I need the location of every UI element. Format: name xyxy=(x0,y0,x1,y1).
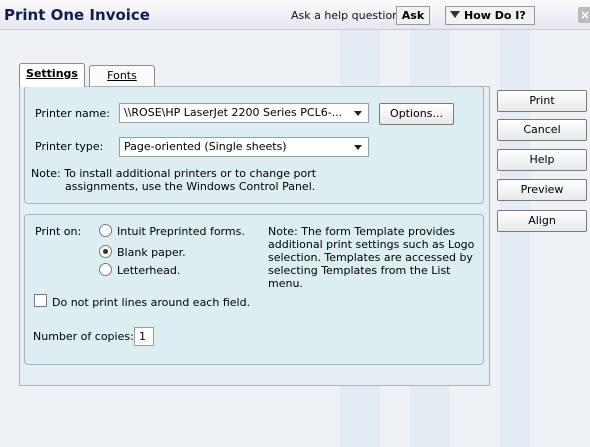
template-note-line4: selecting Templates from the List xyxy=(268,264,451,277)
chevron-down-icon[interactable] xyxy=(350,106,366,120)
printer-name-select[interactable]: \\ROSE\HP LaserJet 2200 Series PCL6-... xyxy=(119,103,369,123)
template-note-line2: additional print settings such as Logo xyxy=(268,238,475,251)
tab-settings-label: Settings xyxy=(26,67,78,80)
printer-note-line1: Note: To install additional printers or … xyxy=(31,167,317,180)
radio-preprinted-forms[interactable] xyxy=(99,224,112,237)
radio-blank-paper[interactable] xyxy=(99,245,112,258)
tab-fonts-label: Fonts xyxy=(107,69,137,82)
print-button[interactable]: Print xyxy=(497,90,587,112)
copies-input[interactable]: 1 xyxy=(134,327,154,346)
printer-type-select[interactable]: Page-oriented (Single sheets) xyxy=(119,137,369,157)
close-icon[interactable]: × xyxy=(578,7,590,23)
ask-button[interactable]: Ask xyxy=(396,6,430,25)
cancel-button[interactable]: Cancel xyxy=(497,119,587,141)
template-note-line5: menu. xyxy=(268,277,303,290)
align-button[interactable]: Align xyxy=(497,210,587,232)
template-note-line3: selection. Templates are accessed by xyxy=(268,251,473,264)
preview-button[interactable]: Preview xyxy=(497,179,587,201)
no-lines-label[interactable]: Do not print lines around each field. xyxy=(52,296,250,309)
printer-note-line2: assignments, use the Windows Control Pan… xyxy=(65,180,316,193)
printer-name-label: Printer name: xyxy=(35,107,110,120)
printer-name-value: \\ROSE\HP LaserJet 2200 Series PCL6-... xyxy=(124,106,343,119)
no-lines-checkbox[interactable] xyxy=(34,294,47,307)
window-title: Print One Invoice xyxy=(4,6,150,24)
chevron-down-icon[interactable] xyxy=(350,140,366,154)
template-note-line1: Note: The form Template provides xyxy=(268,225,456,238)
radio-letterhead[interactable] xyxy=(99,263,112,276)
printer-type-label: Printer type: xyxy=(35,140,104,153)
help-button[interactable]: Help xyxy=(497,149,587,171)
print-on-label: Print on: xyxy=(35,225,82,238)
copies-label: Number of copies: xyxy=(33,330,134,343)
printer-type-value: Page-oriented (Single sheets) xyxy=(124,140,287,153)
how-do-i-button[interactable]: How Do I? xyxy=(445,6,535,25)
radio-blank-paper-label[interactable]: Blank paper. xyxy=(117,246,186,259)
radio-letterhead-label[interactable]: Letterhead. xyxy=(117,264,180,277)
tab-settings[interactable]: Settings xyxy=(19,63,85,87)
options-button[interactable]: Options... xyxy=(379,103,454,125)
how-do-i-label: How Do I? xyxy=(464,9,526,22)
tab-fonts[interactable]: Fonts xyxy=(89,65,155,87)
help-question-label: Ask a help question xyxy=(291,9,400,22)
dropdown-triangle-icon xyxy=(450,11,460,18)
radio-preprinted-forms-label[interactable]: Intuit Preprinted forms. xyxy=(117,225,245,238)
